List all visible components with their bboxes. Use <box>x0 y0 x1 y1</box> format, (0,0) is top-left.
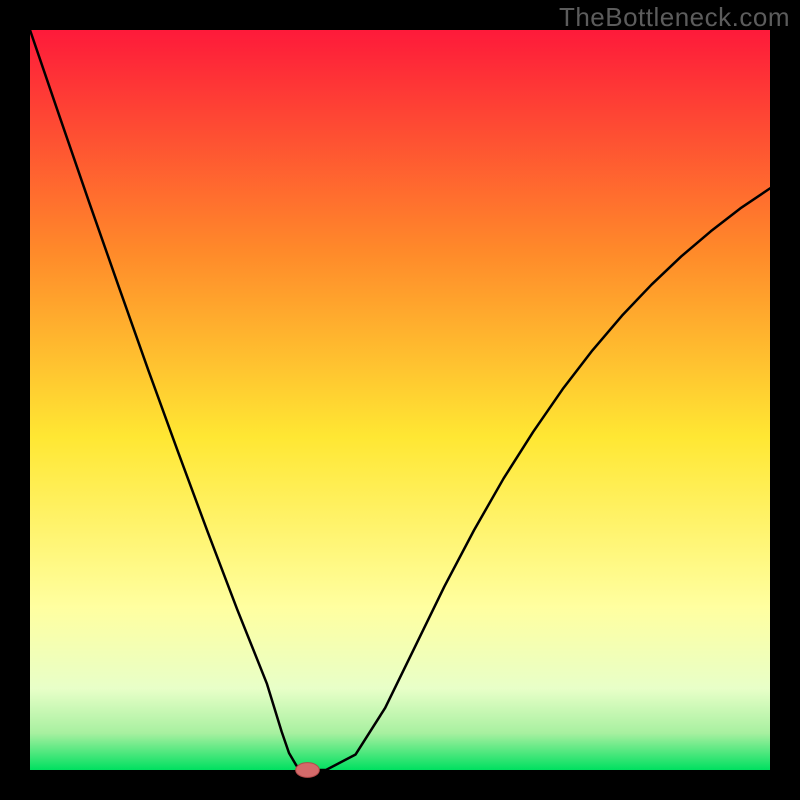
chart-plot-area <box>0 0 800 800</box>
bottleneck-chart: TheBottleneck.com <box>0 0 800 800</box>
watermark-label: TheBottleneck.com <box>559 2 790 33</box>
chart-background-gradient <box>30 30 770 770</box>
optimal-point-marker <box>296 763 320 778</box>
